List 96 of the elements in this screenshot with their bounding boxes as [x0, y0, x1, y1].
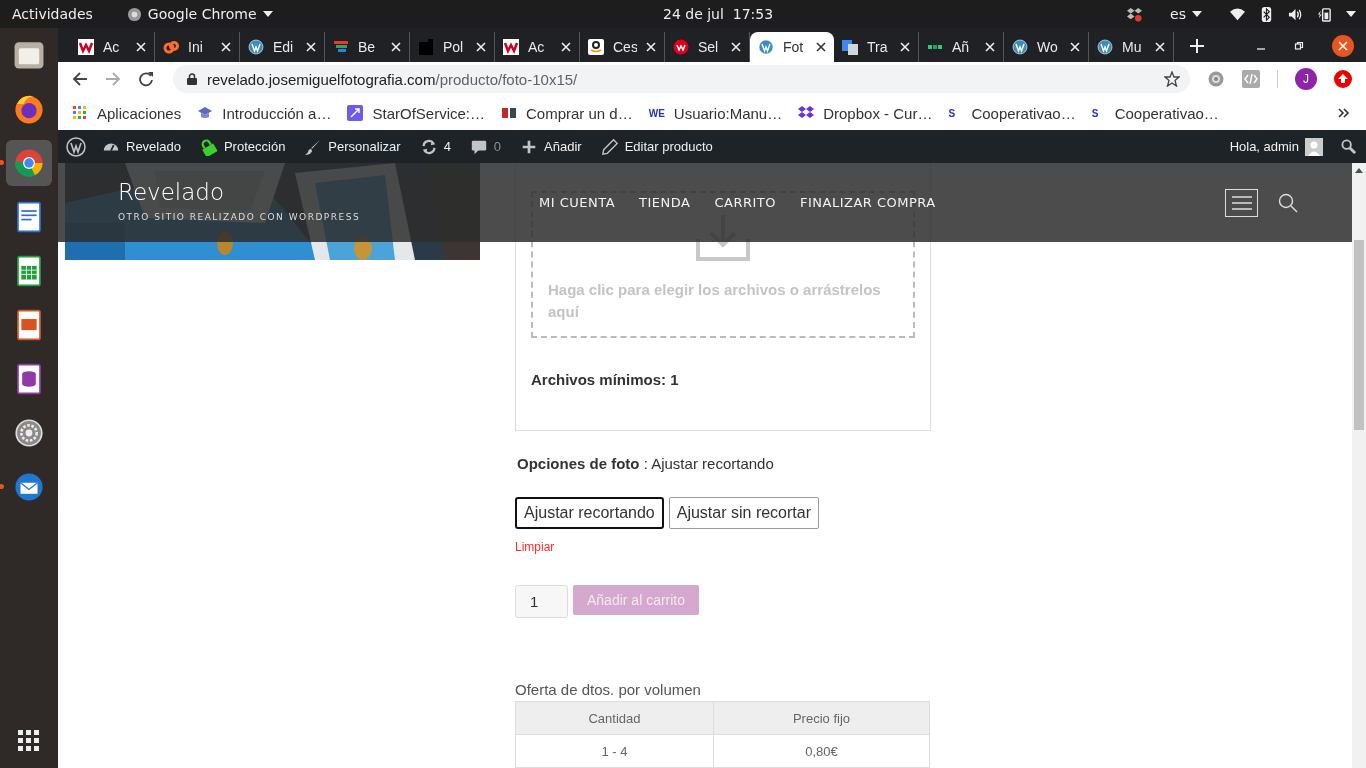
wordpress-icon	[758, 39, 774, 55]
language-menu[interactable]: es	[1170, 6, 1202, 22]
column-header: Cantidad	[515, 701, 714, 735]
admin-bar-item[interactable]: Protección	[199, 137, 286, 156]
bookmark[interactable]: Comprar un d…	[501, 104, 633, 122]
site-tagline: OTRO SITIO REALIZADO CON WORDPRESS	[118, 212, 362, 222]
drop-hint: Haga clic para elegir los archivos o arrástrelos aquí	[548, 280, 882, 322]
admin-bar-item[interactable]: Revelado	[102, 137, 181, 156]
reload-icon[interactable]	[138, 71, 154, 87]
scroll-up-icon[interactable]	[1355, 168, 1363, 173]
favicon-icon	[503, 39, 519, 55]
lock-icon	[187, 73, 197, 85]
search-icon[interactable]	[1278, 192, 1298, 213]
profile-avatar[interactable]: J	[1295, 68, 1317, 90]
admin-bar-item[interactable]: Personalizar	[304, 137, 401, 156]
bookmark[interactable]: Dropbox - Cur…	[798, 104, 933, 122]
scrollbar-thumb[interactable]	[1354, 240, 1364, 430]
account-menu[interactable]: Hola, admin	[1229, 139, 1299, 154]
wifi-icon[interactable]	[1230, 6, 1245, 22]
admin-bar-item[interactable]: Añadir	[520, 137, 582, 156]
favicon-icon	[418, 39, 434, 55]
avatar-icon[interactable]	[1305, 137, 1323, 156]
nav-link[interactable]: MI CUENTA	[539, 195, 616, 210]
lock-icon	[199, 137, 218, 156]
upload-icon[interactable]	[1334, 70, 1352, 88]
search-icon[interactable]	[1341, 139, 1356, 154]
favicon-text: S	[1091, 107, 1100, 119]
bookmark[interactable]: Aplicaciones	[72, 104, 182, 122]
new-tab-icon[interactable]	[1190, 39, 1204, 53]
pencil-icon	[600, 137, 619, 156]
admin-bar-item[interactable]: 0	[469, 137, 502, 156]
caret-icon	[1192, 11, 1202, 17]
bookmark-star-icon[interactable]	[1164, 71, 1180, 87]
wordpress-icon	[248, 39, 264, 55]
mail-icon	[12, 470, 46, 504]
admin-bar-item[interactable]: 4	[419, 137, 451, 156]
brush-icon	[304, 137, 323, 156]
battery-icon[interactable]	[1317, 6, 1332, 22]
bookmark[interactable]: S Cooperativao…	[1091, 104, 1219, 122]
graduation-cap-icon	[197, 105, 214, 121]
table-caption: Oferta de dtos. por volumen	[515, 681, 702, 698]
bluetooth-icon[interactable]	[1259, 6, 1274, 22]
clear-link[interactable]: Limpiar	[515, 540, 555, 554]
option-button[interactable]: Ajustar recortando	[515, 497, 664, 529]
admin-bar-item[interactable]: Editar producto	[600, 137, 713, 156]
close-icon[interactable]	[1332, 35, 1354, 57]
scrollbar[interactable]	[1352, 163, 1366, 768]
quantity-field[interactable]: 1	[515, 585, 568, 618]
chrome-icon	[126, 6, 142, 22]
wordpress-icon	[1097, 39, 1113, 55]
browser-tab[interactable]: Fot	[750, 32, 834, 62]
bookmark[interactable]: Introducción a…	[197, 104, 332, 122]
column-header: Precio fijo	[713, 701, 930, 735]
dropbox-icon[interactable]	[1127, 6, 1143, 22]
bookmark[interactable]: StarOfService:…	[347, 104, 485, 122]
caret-icon	[262, 11, 273, 17]
minimum-files-text: Archivos mínimos: 1	[531, 371, 680, 388]
address-bar[interactable]: revelado.josemiguelfotografia.com/producto/foto-10x15/	[173, 65, 1190, 93]
url-text: revelado.josemiguelfotografia.com/producto/foto-10x15/	[207, 70, 578, 88]
dropbox-icon	[798, 105, 815, 121]
bookmark[interactable]: WE Usuario:Manu…	[648, 104, 783, 122]
restore-icon[interactable]	[1294, 41, 1304, 51]
table-cell: 0,80€	[713, 734, 930, 768]
favicon-icon	[163, 39, 179, 55]
table-cell: 1 - 4	[515, 734, 714, 768]
app-menu[interactable]: Google Chrome	[126, 6, 273, 22]
menu-icon	[1230, 195, 1253, 210]
favicon-text: S	[948, 107, 957, 119]
favicon-icon	[333, 39, 349, 55]
settings-icon	[12, 416, 46, 450]
option-label: Opciones de foto : Ajustar recortando	[517, 455, 775, 472]
gear-icon[interactable]	[1207, 70, 1225, 88]
wordpress-icon	[1012, 39, 1028, 55]
favicon-icon	[501, 105, 517, 121]
translate-icon	[842, 39, 858, 55]
caret-icon[interactable]	[1346, 11, 1356, 17]
favicon-icon	[673, 39, 689, 55]
apps-grid-icon	[72, 105, 88, 121]
activities-button[interactable]: Actividades	[12, 6, 93, 22]
app-grid-icon[interactable]	[18, 730, 40, 752]
nav-link[interactable]: TIENDA	[639, 195, 691, 210]
menu-button[interactable]	[1225, 188, 1258, 217]
back-icon[interactable]	[72, 71, 88, 87]
wordpress-icon[interactable]	[66, 136, 86, 157]
close-icon[interactable]	[816, 42, 826, 52]
nav-link[interactable]: CARRITO	[714, 195, 776, 210]
bookmark[interactable]: S Cooperativao…	[948, 104, 1076, 122]
favicon-text: WE	[648, 107, 665, 119]
favicon-icon	[347, 105, 364, 121]
chevron-icon[interactable]	[1338, 108, 1350, 118]
chrome-icon	[12, 146, 46, 180]
option-button[interactable]: Ajustar sin recortar	[668, 497, 819, 529]
clock[interactable]: 24 de jul 17:53	[663, 6, 774, 22]
favicon-icon	[78, 39, 94, 55]
volume-icon[interactable]	[1288, 6, 1303, 22]
favicon-icon	[588, 39, 604, 55]
